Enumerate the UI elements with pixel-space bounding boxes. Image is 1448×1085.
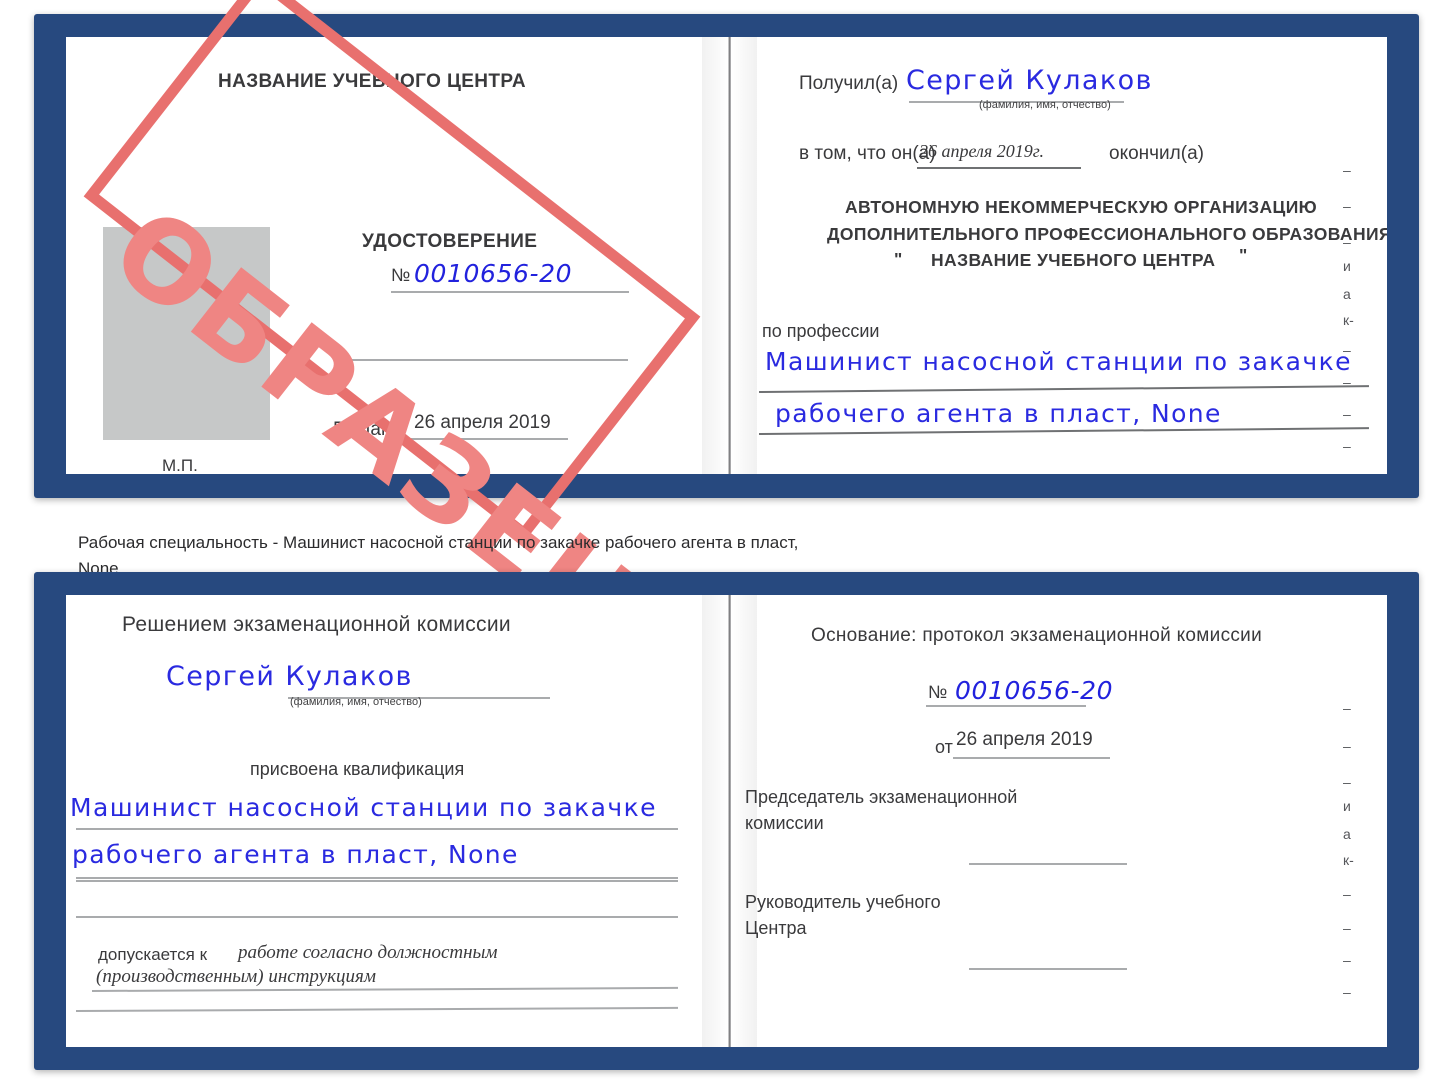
admitted-line-1: работе согласно должностным — [238, 942, 498, 963]
edge-fragment: – — [1343, 700, 1351, 716]
edge-fragment: – — [1343, 406, 1351, 422]
head-sign-rule — [969, 968, 1127, 970]
org-quote-close: " — [1239, 245, 1248, 265]
doc-type: УДОСТОВЕРЕНИЕ — [362, 231, 538, 252]
head-line-2: Центра — [745, 918, 807, 938]
blank-rule-2 — [76, 880, 678, 882]
blank-rule-1 — [346, 359, 628, 361]
edge-fragment: и — [1343, 798, 1351, 814]
chairman-line-2: комиссии — [745, 813, 824, 833]
org-title: НАЗВАНИЕ УЧЕБНОГО ЦЕНТРА — [218, 71, 526, 92]
edge-fragment: – — [1343, 342, 1351, 358]
profession-rule-1 — [758, 385, 1369, 393]
edge-fragment: к- — [1343, 312, 1354, 328]
blank-rule-3 — [76, 916, 678, 918]
chairman-sign-rule — [969, 863, 1127, 865]
fio-hint-inner: (фамилия, имя, отчество) — [979, 99, 1111, 111]
edge-fragment: а — [1343, 826, 1351, 842]
qualification-rule-2 — [76, 877, 678, 879]
that-he-date: 26 апреля 2019г. — [919, 141, 1045, 161]
edge-fragment: а — [1343, 286, 1351, 302]
org-line-2: ДОПОЛНИТЕЛЬНОГО ПРОФЕССИОНАЛЬНОГО ОБРАЗО… — [827, 224, 1387, 244]
profession-line-1: Машинист насосной станции по закачке — [765, 347, 1352, 376]
received-label: Получил(а) — [799, 73, 899, 94]
decision-name-value: Сергей Кулаков — [166, 661, 413, 692]
photo-placeholder — [103, 227, 270, 440]
certificate-front-page: НАЗВАНИЕ УЧЕБНОГО ЦЕНТРА УДОСТОВЕРЕНИЕ №… — [66, 37, 728, 474]
decision-left-page: Решением экзаменационной комиссии Сергей… — [66, 595, 728, 1047]
edge-fragment: – — [1343, 234, 1351, 250]
decision-heading: Решением экзаменационной комиссии — [122, 613, 511, 636]
profession-label: по профессии — [762, 321, 880, 341]
edge-fragment: – — [1343, 920, 1351, 936]
protocol-number-value: 0010656-20 — [955, 676, 1114, 705]
org-line-1: АВТОНОМНУЮ НЕКОММЕРЧЕСКУЮ ОРГАНИЗАЦИЮ — [845, 197, 1318, 217]
protocol-number-label: № — [928, 682, 948, 702]
issued-rule — [411, 438, 568, 440]
protocol-date-label: от — [935, 737, 953, 757]
graduated-label: окончил(а) — [1109, 143, 1204, 164]
number-rule — [391, 291, 629, 293]
qualification-label: присвоена квалификация — [250, 759, 465, 779]
head-line-1: Руководитель учебного — [745, 892, 941, 912]
edge-fragment: к- — [1343, 852, 1354, 868]
profession-line-2: рабочего агента в пласт, None — [775, 399, 1222, 428]
edge-fragment: – — [1343, 886, 1351, 902]
issued-label: Выдано — [333, 419, 403, 440]
chairman-line-1: Председатель экзаменационной — [745, 787, 1018, 807]
org-line-3: НАЗВАНИЕ УЧЕБНОГО ЦЕНТРА — [931, 250, 1216, 270]
protocol-number-rule — [926, 705, 1086, 707]
basis-label: Основание: протокол экзаменационной коми… — [811, 625, 1263, 646]
protocol-date-rule — [953, 757, 1110, 759]
qualification-line-2: рабочего агента в пласт, None — [72, 840, 519, 869]
qualification-rule-1 — [76, 828, 678, 830]
number-label: № — [391, 265, 411, 285]
fio-hint-decision: (фамилия, имя, отчество) — [290, 696, 422, 708]
issued-value: 26 апреля 2019 — [414, 412, 551, 433]
that-he-label: в том, что он(а) — [799, 143, 936, 164]
admitted-label: допускается к — [98, 945, 208, 964]
edge-fragment: – — [1343, 374, 1351, 390]
admitted-rule-2 — [75, 1006, 678, 1012]
seal-label: М.П. — [162, 456, 198, 474]
edge-fragment: – — [1343, 198, 1351, 214]
decision-right-page: Основание: протокол экзаменационной коми… — [731, 595, 1387, 1047]
org-quote-open: " — [894, 249, 903, 269]
received-value: Сергей Кулаков — [906, 65, 1153, 96]
protocol-date-value: 26 апреля 2019 — [956, 729, 1093, 750]
qualification-line-1: Машинист насосной станции по закачке — [70, 793, 657, 822]
that-he-rule — [917, 167, 1081, 169]
certificate-inner-page: Получил(а) Сергей Кулаков (фамилия, имя,… — [731, 37, 1387, 474]
edge-fragment: – — [1343, 952, 1351, 968]
admitted-line-2: (производственным) инструкциям — [96, 966, 376, 987]
edge-fragment: – — [1343, 774, 1351, 790]
edge-fragment: и — [1343, 258, 1351, 274]
edge-fragment: – — [1343, 738, 1351, 754]
edge-fragment: – — [1343, 162, 1351, 178]
edge-fragment: – — [1343, 438, 1351, 454]
edge-fragment: – — [1343, 984, 1351, 1000]
certificate-bottom-pages: Решением экзаменационной комиссии Сергей… — [66, 595, 1387, 1047]
certificate-top-pages: НАЗВАНИЕ УЧЕБНОГО ЦЕНТРА УДОСТОВЕРЕНИЕ №… — [66, 37, 1387, 474]
number-value: 0010656-20 — [414, 259, 573, 288]
profession-rule-2 — [758, 427, 1369, 435]
